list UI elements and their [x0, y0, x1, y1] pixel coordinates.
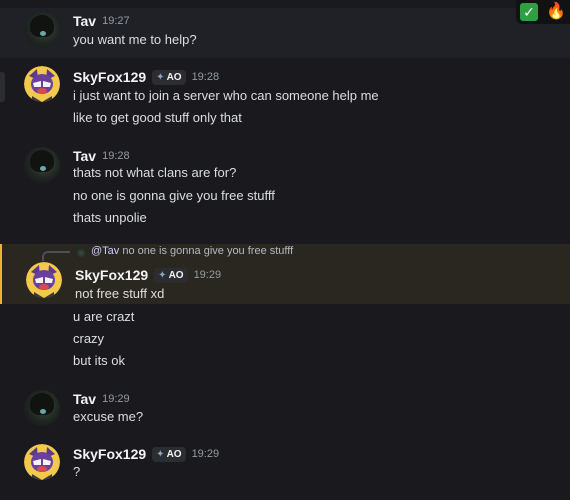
username[interactable]: SkyFox129 [75, 267, 148, 283]
clan-tag-icon: ✦ [158, 269, 167, 281]
timestamp[interactable]: 19:29 [102, 393, 130, 405]
username[interactable]: Tav [73, 391, 96, 407]
message-header: Tav 19:27 [73, 12, 130, 30]
message-group[interactable]: SkyFox129 ✦ AO 19:28 i just want to join… [0, 64, 570, 134]
reply-preview-text: no one is gonna give you free stufff [122, 245, 294, 257]
message-text: like to get good stuff only that [73, 110, 242, 125]
message-text: crazy [73, 331, 105, 346]
clan-tag[interactable]: ✦ AO [154, 267, 188, 283]
message-text: but its ok [73, 353, 126, 368]
avatar[interactable] [26, 262, 62, 298]
message-text: thats unpolie [73, 210, 147, 225]
reaction-bar: ✓ 🔥 [516, 0, 570, 24]
message-text: no one is gonna give you free stufff [73, 188, 275, 203]
clan-tag-label: AO [166, 448, 182, 460]
avatar-eye-shape [40, 31, 46, 36]
username[interactable]: SkyFox129 [73, 446, 146, 462]
message-text: not free stuff xd [75, 286, 165, 301]
timestamp[interactable]: 19:29 [192, 448, 220, 460]
username[interactable]: SkyFox129 [73, 69, 146, 85]
avatar[interactable] [24, 390, 60, 426]
check-reaction-icon[interactable]: ✓ [520, 3, 539, 21]
clan-tag-label: AO [168, 269, 184, 281]
reply-preview[interactable]: @Tav no one is gonna give you free stuff… [91, 245, 293, 257]
message-header: Tav 19:29 [73, 390, 130, 408]
reply-avatar[interactable] [75, 247, 87, 259]
message-text: u are crazt [73, 309, 135, 324]
timestamp[interactable]: 19:29 [194, 269, 222, 281]
message-group[interactable]: SkyFox129 ✦ AO 19:29 ? [0, 442, 570, 488]
timestamp[interactable]: 19:27 [102, 15, 130, 27]
avatar[interactable] [24, 147, 60, 183]
message-group-mention[interactable]: @Tav no one is gonna give you free stuff… [0, 244, 570, 304]
chat-messages-area: Tav 19:27 you want me to help? ✓ 🔥 SkyFo… [0, 0, 570, 500]
message-text: i just want to join a server who can som… [73, 88, 379, 103]
message-group[interactable]: Tav 19:27 you want me to help? ✓ 🔥 [0, 0, 570, 58]
avatar[interactable] [24, 444, 60, 480]
message-header: SkyFox129 ✦ AO 19:28 [73, 68, 219, 86]
message-text: ? [73, 464, 81, 479]
message-text: you want me to help? [73, 32, 197, 47]
username[interactable]: Tav [73, 13, 96, 29]
message-header: SkyFox129 ✦ AO 19:29 [73, 445, 219, 463]
clan-tag[interactable]: ✦ AO [152, 446, 186, 462]
message-header: Tav 19:28 [73, 147, 130, 165]
clan-tag[interactable]: ✦ AO [152, 69, 186, 85]
message-header: SkyFox129 ✦ AO 19:29 [75, 266, 221, 284]
clan-tag-icon: ✦ [156, 71, 165, 83]
reply-mention[interactable]: @Tav [91, 245, 119, 257]
avatar-eye-shape [40, 166, 46, 171]
username[interactable]: Tav [73, 148, 96, 164]
timestamp[interactable]: 19:28 [192, 71, 220, 83]
message-group[interactable]: Tav 19:29 excuse me? [0, 388, 570, 432]
avatar[interactable] [24, 12, 60, 48]
message-text: thats not what clans are for? [73, 165, 237, 180]
reply-connector [42, 251, 70, 261]
avatar-eye-shape [40, 409, 46, 414]
timestamp[interactable]: 19:28 [102, 150, 130, 162]
clan-tag-label: AO [166, 71, 182, 83]
avatar[interactable] [24, 66, 60, 102]
clan-tag-icon: ✦ [156, 448, 165, 460]
message-group[interactable]: Tav 19:28 thats not what clans are for? … [0, 145, 570, 235]
message-text: excuse me? [73, 409, 144, 424]
fire-reaction-icon[interactable]: 🔥 [546, 3, 566, 21]
